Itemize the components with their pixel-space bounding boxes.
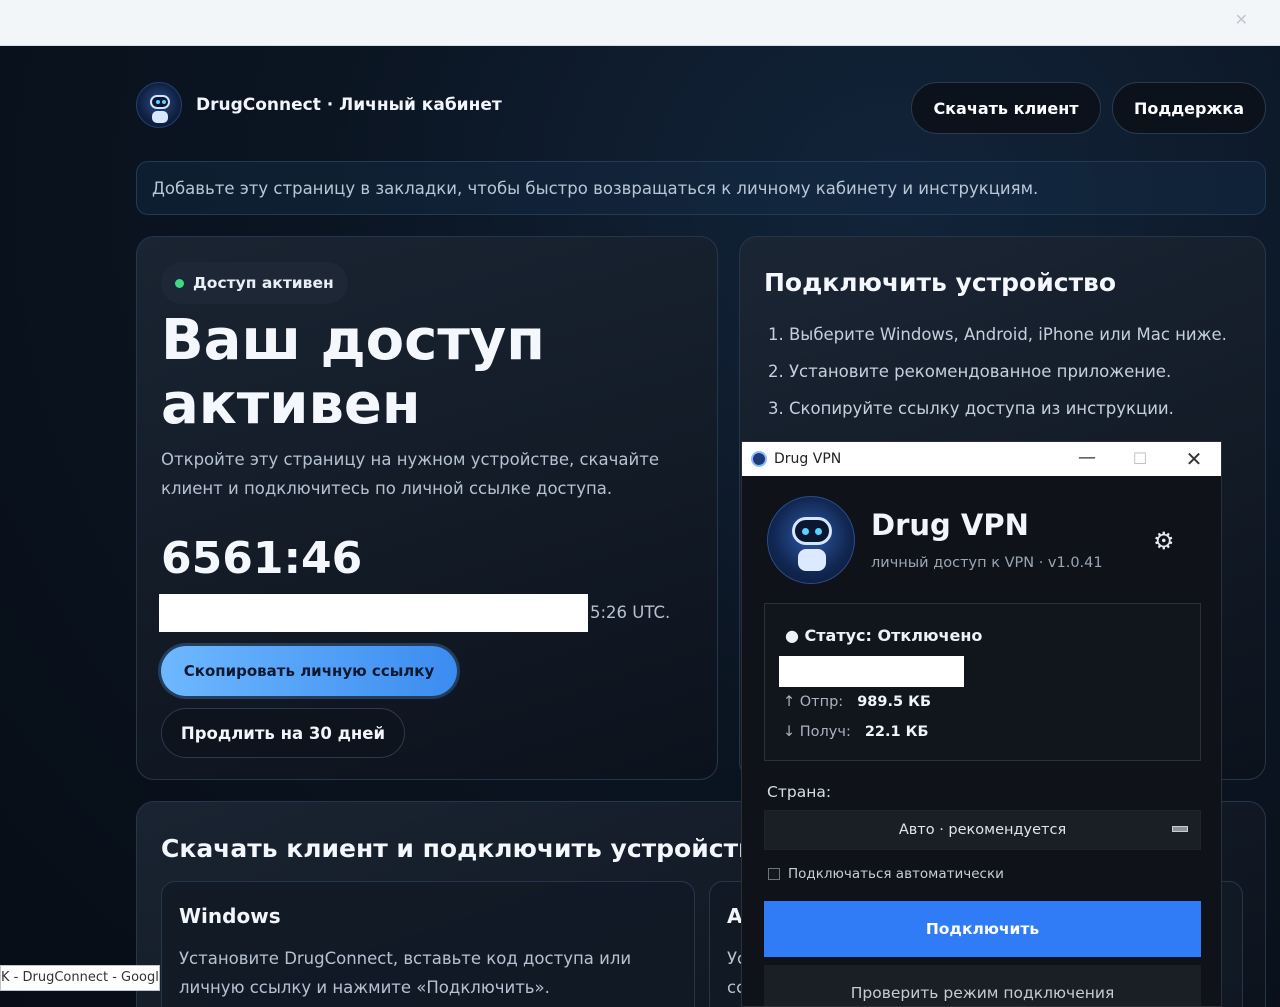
status-badge: Доступ активен bbox=[161, 262, 348, 304]
expiry-line: 5:26 UTC. bbox=[159, 594, 679, 632]
app-title: Drug VPN bbox=[871, 508, 1029, 542]
country-select[interactable]: Авто · рекомендуется bbox=[764, 810, 1201, 850]
window-title: Drug VPN bbox=[774, 451, 842, 467]
country-value: Авто · рекомендуется bbox=[898, 822, 1067, 838]
extend-button[interactable]: Продлить на 30 дней bbox=[161, 708, 405, 758]
steps-list: 1. Выберите Windows, Android, iPhone или… bbox=[768, 325, 1227, 436]
support-button[interactable]: Поддержка bbox=[1112, 82, 1266, 134]
step-item: 3. Скопируйте ссылку доступа из инструкц… bbox=[768, 399, 1174, 418]
received-label: ↓ Получ: bbox=[783, 724, 851, 740]
vpn-titlebar[interactable]: Drug VPN — ☐ ✕ bbox=[742, 442, 1221, 476]
downloads-title: Скачать клиент и подключить устройство bbox=[161, 834, 772, 863]
minimize-icon[interactable]: — bbox=[1072, 447, 1102, 468]
windows-card[interactable]: Windows Установите DrugConnect, вставьте… bbox=[161, 881, 695, 1007]
auto-connect-checkbox[interactable]: Подключаться автоматически bbox=[768, 866, 1004, 882]
redacted-block bbox=[159, 594, 588, 632]
robot-logo-icon bbox=[767, 496, 855, 584]
received-value: 22.1 КБ bbox=[864, 724, 929, 740]
sent-row: ↑ Отпр: 989.5 КБ bbox=[783, 694, 931, 710]
step-item: 2. Установите рекомендованное приложение… bbox=[768, 362, 1172, 381]
country-label: Страна: bbox=[767, 783, 832, 801]
checkbox-icon[interactable] bbox=[768, 868, 780, 880]
page-title: Ваш доступ активен bbox=[161, 308, 545, 437]
download-client-button[interactable]: Скачать клиент bbox=[911, 82, 1101, 134]
redacted-block bbox=[779, 656, 964, 687]
access-description: Откройте эту страницу на нужном устройст… bbox=[161, 450, 659, 498]
windows-description: Установите DrugConnect, вставьте код дос… bbox=[179, 949, 632, 997]
sent-value: 989.5 КБ bbox=[857, 694, 932, 710]
bookmark-notice: Добавьте эту страницу в закладки, чтобы … bbox=[136, 161, 1266, 215]
brand[interactable]: DrugConnect · Личный кабинет bbox=[136, 82, 502, 128]
status-badge-label: Доступ активен bbox=[193, 274, 334, 292]
copy-link-button[interactable]: Скопировать личную ссылку bbox=[161, 646, 457, 696]
vpn-window[interactable]: Drug VPN — ☐ ✕ Drug VPN личный доступ к … bbox=[741, 441, 1222, 1007]
auto-connect-label: Подключаться автоматически bbox=[788, 866, 1004, 882]
maximize-icon[interactable]: ☐ bbox=[1125, 449, 1155, 468]
received-row: ↓ Получ: 22.1 КБ bbox=[783, 724, 929, 740]
check-mode-button[interactable]: Проверить режим подключения bbox=[764, 965, 1201, 1006]
dropdown-arrow-icon bbox=[1172, 826, 1188, 832]
status-dot-icon bbox=[175, 278, 184, 288]
access-card: Доступ активен Ваш доступ активен Открой… bbox=[136, 236, 718, 780]
taskbar-tooltip: K - DrugConnect - Google bbox=[0, 965, 160, 991]
app-icon bbox=[751, 451, 767, 467]
connect-title: Подключить устройство bbox=[764, 268, 1117, 297]
step-item: 1. Выберите Windows, Android, iPhone или… bbox=[768, 325, 1227, 344]
close-icon[interactable]: ✕ bbox=[1235, 10, 1248, 29]
sent-label: ↑ Отпр: bbox=[783, 694, 844, 710]
expiry-text: 5:26 UTC. bbox=[590, 603, 671, 622]
status-panel: ● Статус: Отключено ↑ Отпр: 989.5 КБ ↓ По… bbox=[764, 603, 1201, 761]
windows-title: Windows bbox=[179, 904, 281, 928]
remaining-time: 6561:46 bbox=[161, 533, 363, 584]
connection-status: ● Статус: Отключено bbox=[785, 626, 983, 645]
settings-gear-icon[interactable]: ⚙ bbox=[1153, 527, 1175, 555]
brand-title: DrugConnect · Личный кабинет bbox=[196, 95, 502, 115]
connect-button[interactable]: Подключить bbox=[764, 901, 1201, 957]
browser-address-bar[interactable]: ✕ bbox=[0, 0, 1280, 46]
app-subtitle: личный доступ к VPN · v1.0.41 bbox=[871, 555, 1103, 571]
robot-logo-icon bbox=[136, 82, 182, 128]
close-icon[interactable]: ✕ bbox=[1179, 447, 1209, 471]
